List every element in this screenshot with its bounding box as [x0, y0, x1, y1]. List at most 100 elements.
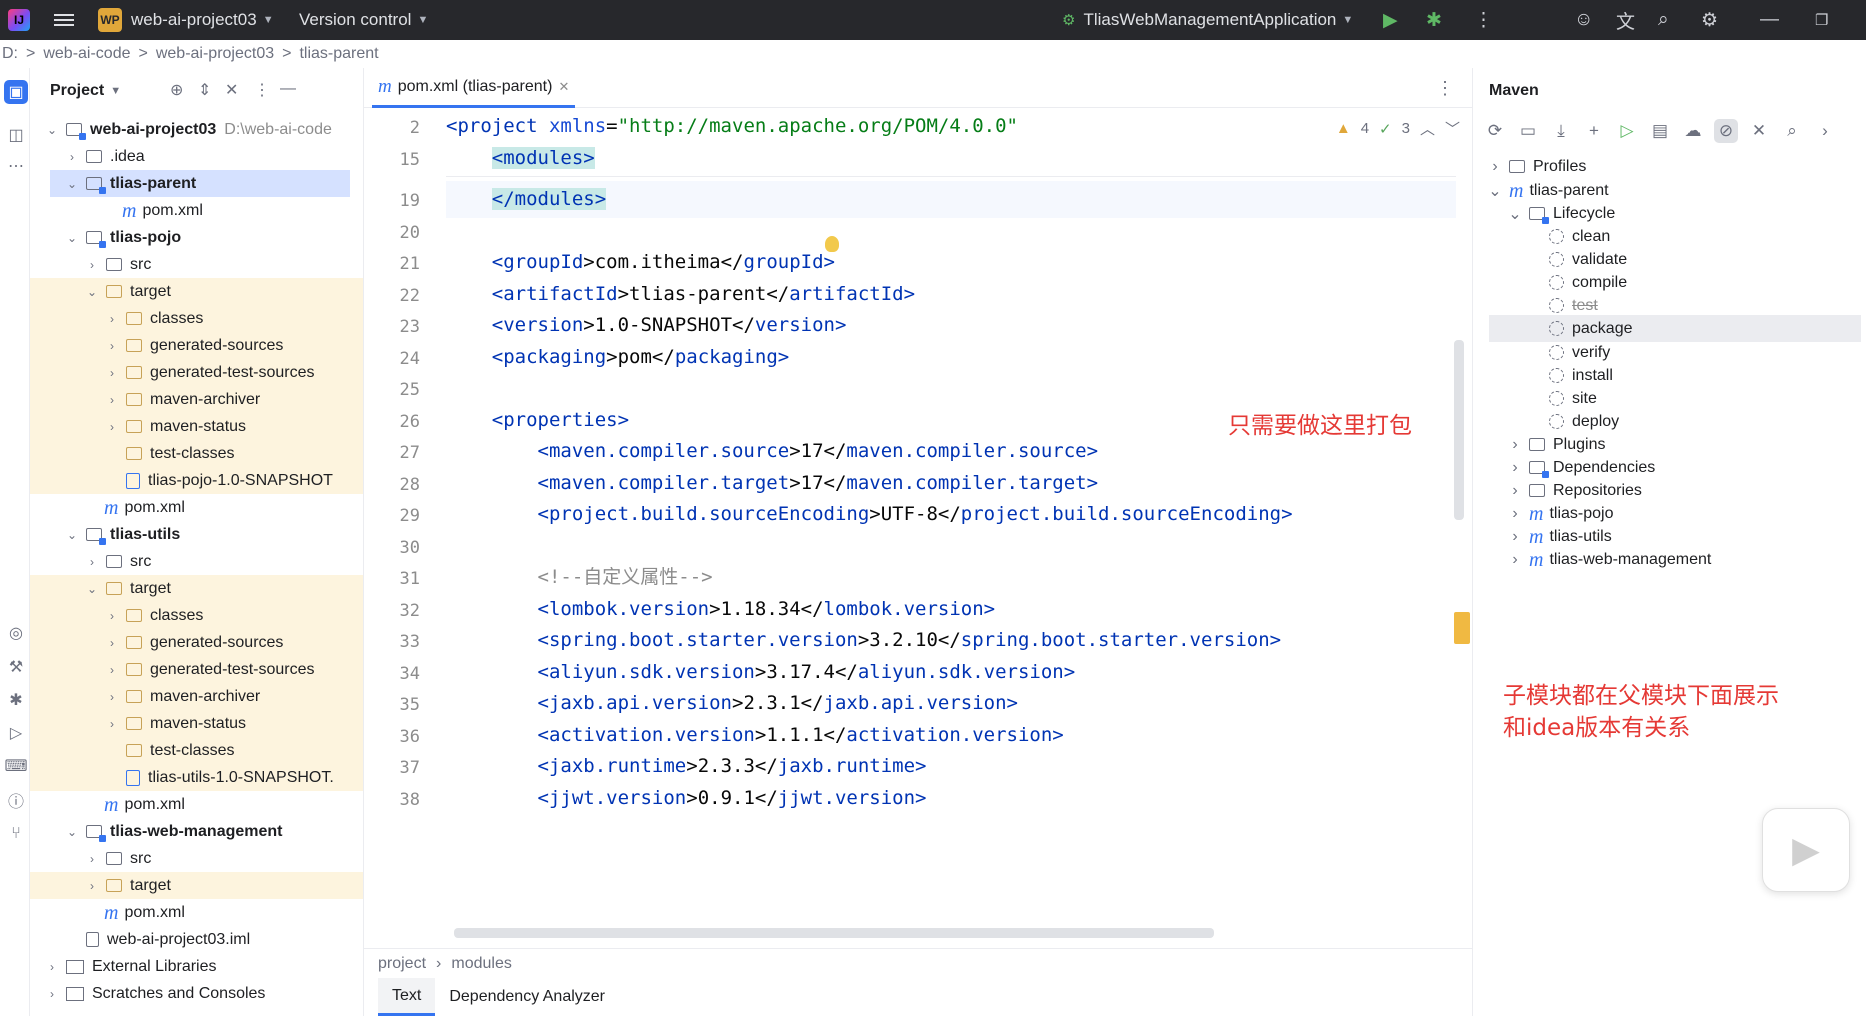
chevron-right-icon[interactable]: › — [1487, 158, 1503, 176]
chevron-right-icon[interactable]: › — [64, 150, 80, 164]
tab-dependency-analyzer[interactable]: Dependency Analyzer — [435, 978, 619, 1016]
git-icon[interactable]: ⑂ — [4, 822, 28, 846]
tree-item-src[interactable]: › src — [30, 845, 363, 872]
tree-item-generated-sources[interactable]: › generated-sources — [30, 332, 363, 359]
chevron-right-icon[interactable]: › — [84, 258, 100, 272]
settings-gear-icon[interactable]: ⚙ — [1701, 0, 1718, 40]
tree-item-pom[interactable]: m pom.xml — [30, 899, 363, 926]
expand-all-icon[interactable]: ⇕ — [198, 80, 211, 100]
breadcrumb-web-ai-code[interactable]: web-ai-code — [43, 45, 130, 63]
vcs-menu[interactable]: Version control ▼ — [299, 0, 428, 40]
tree-item-maven-status[interactable]: › maven-status — [30, 413, 363, 440]
chevron-right-icon[interactable]: › — [1507, 436, 1523, 454]
analyze-icon[interactable]: ⌕ — [1780, 119, 1804, 143]
warning-marker[interactable] — [1454, 612, 1470, 644]
search-icon[interactable]: ⌕ — [1658, 0, 1669, 40]
breadcrumb-project-tag[interactable]: project — [378, 955, 426, 973]
collapse-all-icon[interactable]: ✕ — [225, 80, 238, 100]
tree-item-src[interactable]: › src — [30, 548, 363, 575]
tree-item-target[interactable]: ⌄ target — [30, 278, 363, 305]
chevron-down-icon[interactable]: ⌄ — [44, 123, 60, 137]
chevron-down-icon[interactable]: ⌄ — [64, 528, 80, 542]
services-icon[interactable]: ◎ — [4, 621, 28, 645]
tree-item-tlias-utils[interactable]: ⌄ tlias-utils — [30, 521, 363, 548]
chevron-down-icon[interactable]: ⌄ — [1487, 181, 1503, 201]
chevron-right-icon[interactable]: › — [104, 366, 120, 380]
tree-item-root[interactable]: ⌄ web-ai-project03 D:\web-ai-code — [30, 116, 363, 143]
breadcrumb-drive[interactable]: D: — [2, 45, 18, 63]
chevron-down-icon[interactable]: ⌄ — [84, 285, 100, 299]
chevron-right-icon[interactable]: › — [84, 852, 100, 866]
chevron-down-icon[interactable]: ⌄ — [84, 582, 100, 596]
chevron-right-icon[interactable]: › — [44, 960, 60, 974]
tree-item-tlias-pojo[interactable]: ⌄ tlias-pojo — [30, 224, 363, 251]
tree-item-iml[interactable]: web-ai-project03.iml — [30, 926, 363, 953]
chevron-down-icon[interactable]: ⌄ — [64, 231, 80, 245]
build-icon[interactable]: ⚒ — [4, 655, 28, 679]
maven-item-profiles[interactable]: › Profiles — [1473, 153, 1866, 180]
intellij-logo-icon[interactable]: IJ — [8, 9, 30, 31]
chevron-right-icon[interactable]: › — [104, 339, 120, 353]
problems-icon[interactable]: ⓘ — [4, 788, 28, 812]
tree-item-pom[interactable]: m pom.xml — [30, 494, 363, 521]
skip-tests-icon[interactable]: ⊘ — [1714, 119, 1738, 143]
chevron-right-icon[interactable]: › — [104, 393, 120, 407]
reload-icon[interactable]: ⟳ — [1483, 119, 1507, 143]
main-menu-icon[interactable] — [54, 0, 76, 40]
debug-icon[interactable]: ✱ — [1426, 0, 1442, 40]
tree-item-target[interactable]: › target — [30, 872, 363, 899]
tree-item-tlias-web-management[interactable]: ⌄ tlias-web-management — [30, 818, 363, 845]
run-maven-icon[interactable]: ▷ — [1615, 119, 1639, 143]
tree-item-generated-test-sources[interactable]: › generated-test-sources — [30, 656, 363, 683]
chevron-right-icon[interactable]: › — [104, 690, 120, 704]
chevron-right-icon[interactable]: › — [1507, 459, 1523, 477]
tree-item-test-classes[interactable]: test-classes — [30, 737, 363, 764]
run-icon[interactable]: ▶ — [1383, 0, 1398, 40]
maven-settings-icon[interactable]: ▤ — [1648, 119, 1672, 143]
breadcrumb-project[interactable]: web-ai-project03 — [156, 45, 274, 63]
chevron-right-icon[interactable]: › — [104, 636, 120, 650]
chevron-right-icon[interactable]: › — [1507, 505, 1523, 523]
tree-item-pojo-jar[interactable]: tlias-pojo-1.0-SNAPSHOT — [30, 467, 363, 494]
chevron-down-icon[interactable]: ⌄ — [1507, 204, 1523, 224]
more-actions-icon[interactable]: ⋮ — [1474, 0, 1493, 40]
tree-item-classes[interactable]: › classes — [30, 305, 363, 332]
tree-item-external-libraries[interactable]: › External Libraries — [30, 953, 363, 980]
chevron-right-icon[interactable]: › — [1507, 551, 1523, 569]
chevron-right-icon[interactable]: › — [104, 609, 120, 623]
chevron-right-icon[interactable]: › — [104, 663, 120, 677]
options-icon[interactable]: ⋮ — [254, 80, 270, 100]
editor-options-icon[interactable]: ⋮ — [1436, 78, 1454, 99]
chevron-right-icon[interactable]: › — [84, 555, 100, 569]
hide-panel-icon[interactable]: — — [280, 80, 296, 98]
chevron-right-icon[interactable]: › — [104, 312, 120, 326]
chevron-right-icon[interactable]: › — [1813, 119, 1837, 143]
tree-item-target[interactable]: ⌄ target — [30, 575, 363, 602]
collapse-icon[interactable]: ✕ — [1747, 119, 1771, 143]
breadcrumb-tlias-parent[interactable]: tlias-parent — [299, 45, 378, 63]
run-tool-icon[interactable]: ▷ — [4, 721, 28, 745]
chevron-right-icon[interactable]: › — [104, 420, 120, 434]
tab-text[interactable]: Text — [378, 978, 436, 1016]
tree-item-pom[interactable]: m pom.xml — [30, 197, 363, 224]
tree-item-scratches[interactable]: › Scratches and Consoles — [30, 980, 363, 1007]
chevron-right-icon[interactable]: › — [44, 987, 60, 1001]
tree-item-maven-archiver[interactable]: › maven-archiver — [30, 683, 363, 710]
chevron-right-icon[interactable]: › — [1507, 528, 1523, 546]
tree-item-generated-sources[interactable]: › generated-sources — [30, 629, 363, 656]
chevron-right-icon[interactable]: › — [1507, 482, 1523, 500]
run-config-selector[interactable]: ⚙ TliasWebManagementApplication ▼ — [1062, 0, 1353, 40]
project-panel-title[interactable]: Project — [50, 82, 104, 100]
translate-icon[interactable]: 文 — [1616, 0, 1635, 40]
tree-item-classes[interactable]: › classes — [30, 602, 363, 629]
project-switcher[interactable]: web-ai-project03 ▼ — [131, 0, 274, 40]
offline-mode-icon[interactable]: ☁ — [1681, 119, 1705, 143]
breadcrumb-modules-tag[interactable]: modules — [451, 955, 511, 973]
project-badge[interactable]: WP — [98, 8, 122, 32]
tree-item-test-classes[interactable]: test-classes — [30, 440, 363, 467]
tree-item-idea[interactable]: › .idea — [30, 143, 363, 170]
tab-pom-xml[interactable]: m pom.xml (tlias-parent) ✕ — [372, 68, 576, 108]
maven-goal-package[interactable]: package — [1489, 315, 1861, 342]
debug-tool-icon[interactable]: ✱ — [4, 688, 28, 712]
structure-icon[interactable]: ◫ — [4, 123, 28, 147]
